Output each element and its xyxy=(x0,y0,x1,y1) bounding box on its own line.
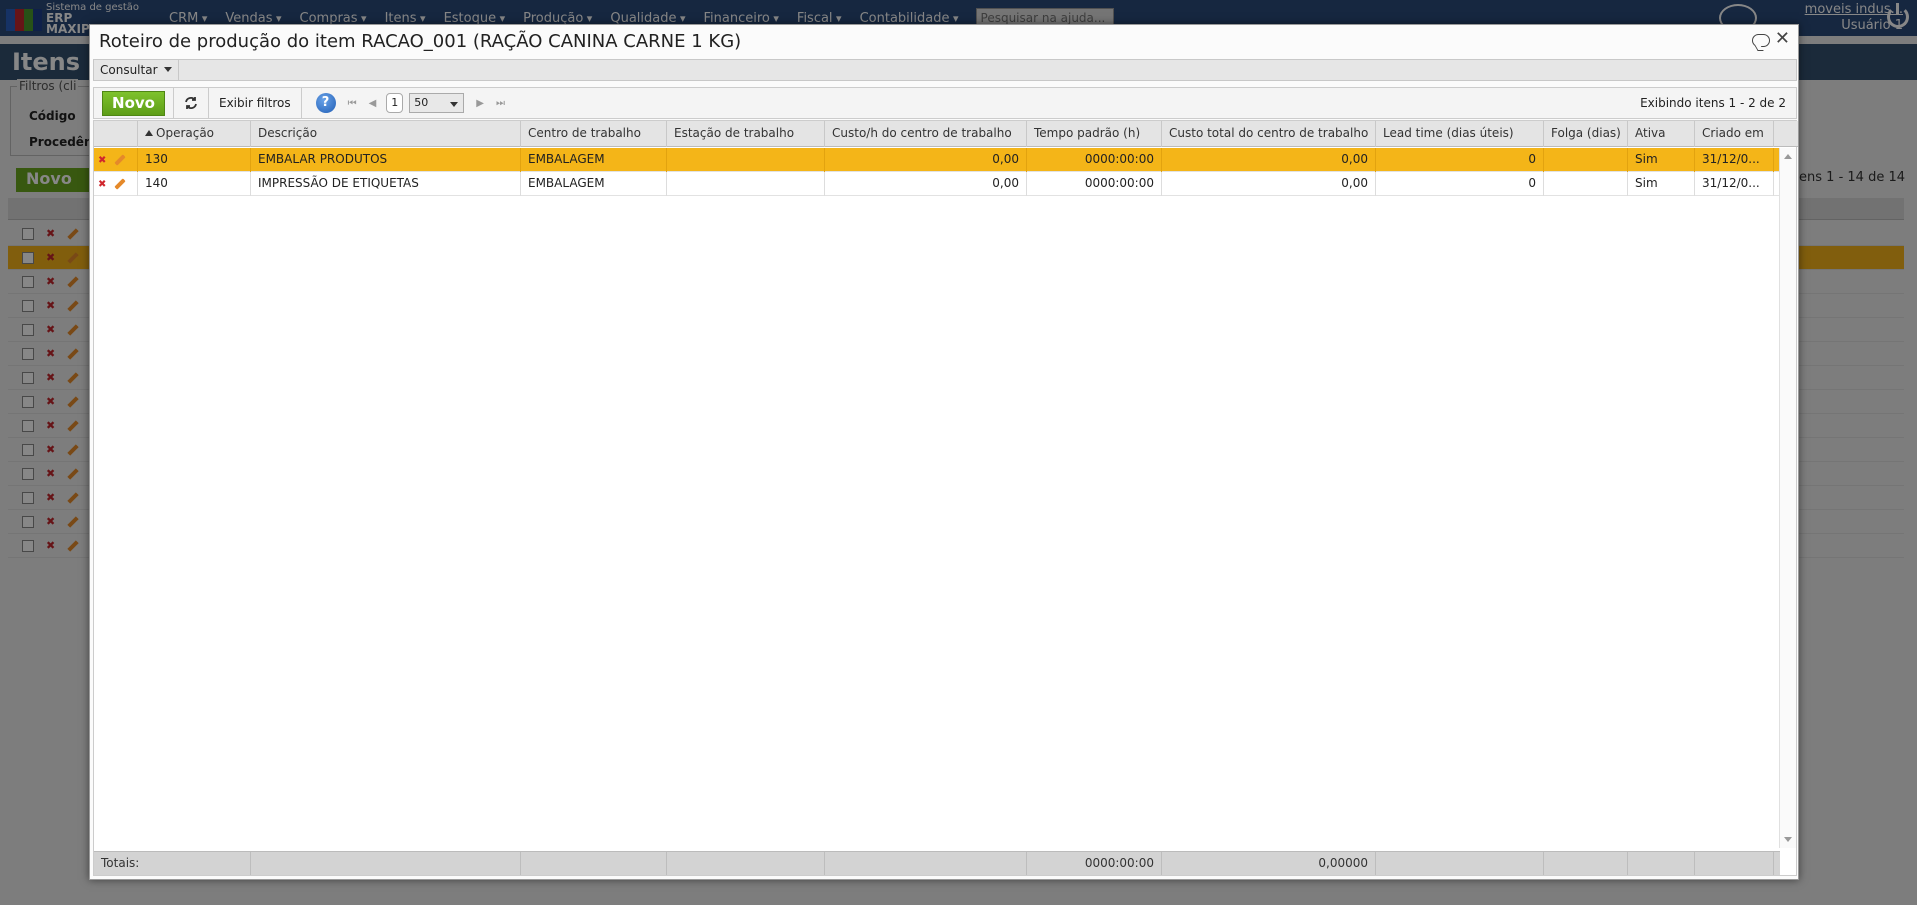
col-descricao[interactable]: Descrição xyxy=(251,121,521,147)
grid-totals-row: Totais: 0000:00:00 0,00000 xyxy=(94,851,1780,875)
vertical-scrollbar[interactable] xyxy=(1779,148,1796,848)
totals-empty xyxy=(1628,852,1695,875)
page-number[interactable]: 1 xyxy=(386,93,404,113)
col-lead-time[interactable]: Lead time (dias úteis) xyxy=(1376,121,1544,147)
cell-ativa: Sim xyxy=(1628,172,1695,196)
cell-lead-time: 0 xyxy=(1376,148,1544,172)
cell-custo-total: 0,00 xyxy=(1162,148,1376,172)
totals-empty xyxy=(251,852,521,875)
help-icon[interactable]: ? xyxy=(315,93,336,113)
novo-button[interactable]: Novo xyxy=(102,90,165,116)
col-operacao[interactable]: Operação xyxy=(138,121,251,147)
routing-grid: Operação Descrição Centro de trabalho Es… xyxy=(93,120,1798,876)
cell-estacao xyxy=(667,148,825,172)
totals-empty xyxy=(521,852,667,875)
cell-criado: 31/12/0... xyxy=(1695,148,1774,172)
delete-icon[interactable]: ✖ xyxy=(98,179,106,190)
page-size-select[interactable]: 50 xyxy=(409,93,465,113)
col-folga[interactable]: Folga (dias) xyxy=(1544,121,1628,147)
cell-centro: EMBALAGEM xyxy=(521,148,667,172)
edit-icon[interactable] xyxy=(114,178,127,190)
totals-empty xyxy=(1544,852,1628,875)
toolbar-divider xyxy=(173,88,174,118)
col-criado-em[interactable]: Criado em xyxy=(1695,121,1774,147)
row-actions: ✖ xyxy=(94,172,138,196)
totals-label: Totais: xyxy=(94,852,251,875)
toolbar-divider xyxy=(208,88,209,118)
pagination-info: Exibindo itens 1 - 2 de 2 xyxy=(1640,96,1786,110)
row-actions: ✖ xyxy=(94,148,138,172)
totals-empty xyxy=(667,852,825,875)
col-estacao-trabalho[interactable]: Estação de trabalho xyxy=(667,121,825,147)
prev-page-icon[interactable]: ◀ xyxy=(369,98,377,109)
grid-body: ✖ 130 EMBALAR PRODUTOS EMBALAGEM 0,00 00… xyxy=(94,148,1780,196)
col-tempo-padrao[interactable]: Tempo padrão (h) xyxy=(1027,121,1162,147)
cell-folga xyxy=(1544,172,1628,196)
cell-tempo: 0000:00:00 xyxy=(1027,148,1162,172)
scroll-up-icon[interactable] xyxy=(1784,154,1792,159)
cell-operacao: 140 xyxy=(138,172,251,196)
cell-estacao xyxy=(667,172,825,196)
col-actions xyxy=(94,121,138,147)
cell-custo-h: 0,00 xyxy=(825,172,1027,196)
modal-title: Roteiro de produção do item RACAO_001 (R… xyxy=(99,31,742,52)
sort-asc-icon xyxy=(145,130,153,136)
show-filters-button[interactable]: Exibir filtros xyxy=(217,96,293,110)
grid-header: Operação Descrição Centro de trabalho Es… xyxy=(94,121,1798,147)
cell-custo-total: 0,00 xyxy=(1162,172,1376,196)
totals-empty xyxy=(825,852,1027,875)
cell-descricao: EMBALAR PRODUTOS xyxy=(251,148,521,172)
cell-operacao: 130 xyxy=(138,148,251,172)
col-ativa[interactable]: Ativa xyxy=(1628,121,1695,147)
scroll-down-icon[interactable] xyxy=(1784,837,1792,842)
totals-empty xyxy=(1695,852,1774,875)
toolbar-divider xyxy=(300,88,302,118)
col-custo-hora[interactable]: Custo/h do centro de trabalho xyxy=(825,121,1027,147)
cell-tempo: 0000:00:00 xyxy=(1027,172,1162,196)
edit-icon[interactable] xyxy=(114,154,127,166)
cell-centro: EMBALAGEM xyxy=(521,172,667,196)
col-operacao-label: Operação xyxy=(156,126,215,140)
next-page-icon[interactable]: ▶ xyxy=(476,98,484,109)
cell-folga xyxy=(1544,148,1628,172)
menu-consultar[interactable]: Consultar xyxy=(94,60,179,80)
cell-ativa: Sim xyxy=(1628,148,1695,172)
modal-menu-bar: Consultar xyxy=(93,59,1797,81)
delete-icon[interactable]: ✖ xyxy=(98,155,106,166)
col-centro-trabalho[interactable]: Centro de trabalho xyxy=(521,121,667,147)
refresh-icon[interactable] xyxy=(182,94,200,112)
cell-criado: 31/12/0... xyxy=(1695,172,1774,196)
cell-lead-time: 0 xyxy=(1376,172,1544,196)
comment-icon[interactable] xyxy=(1752,34,1770,47)
totals-custo-total: 0,00000 xyxy=(1162,852,1376,875)
col-custo-total[interactable]: Custo total do centro de trabalho xyxy=(1162,121,1376,147)
routing-modal: Roteiro de produção do item RACAO_001 (R… xyxy=(89,24,1799,880)
close-icon[interactable]: ✕ xyxy=(1775,28,1790,49)
table-row[interactable]: ✖ 140 IMPRESSÃO DE ETIQUETAS EMBALAGEM 0… xyxy=(94,172,1780,196)
last-page-icon[interactable]: ⏭ xyxy=(496,98,505,109)
totals-empty xyxy=(1376,852,1544,875)
first-page-icon[interactable]: ⏮ xyxy=(348,98,357,109)
table-row[interactable]: ✖ 130 EMBALAR PRODUTOS EMBALAGEM 0,00 00… xyxy=(94,148,1780,172)
cell-custo-h: 0,00 xyxy=(825,148,1027,172)
grid-toolbar: Novo Exibir filtros ? ⏮ ◀ 1 50 ▶ ⏭ Exibi… xyxy=(93,87,1797,119)
cell-descricao: IMPRESSÃO DE ETIQUETAS xyxy=(251,172,521,196)
totals-tempo: 0000:00:00 xyxy=(1027,852,1162,875)
